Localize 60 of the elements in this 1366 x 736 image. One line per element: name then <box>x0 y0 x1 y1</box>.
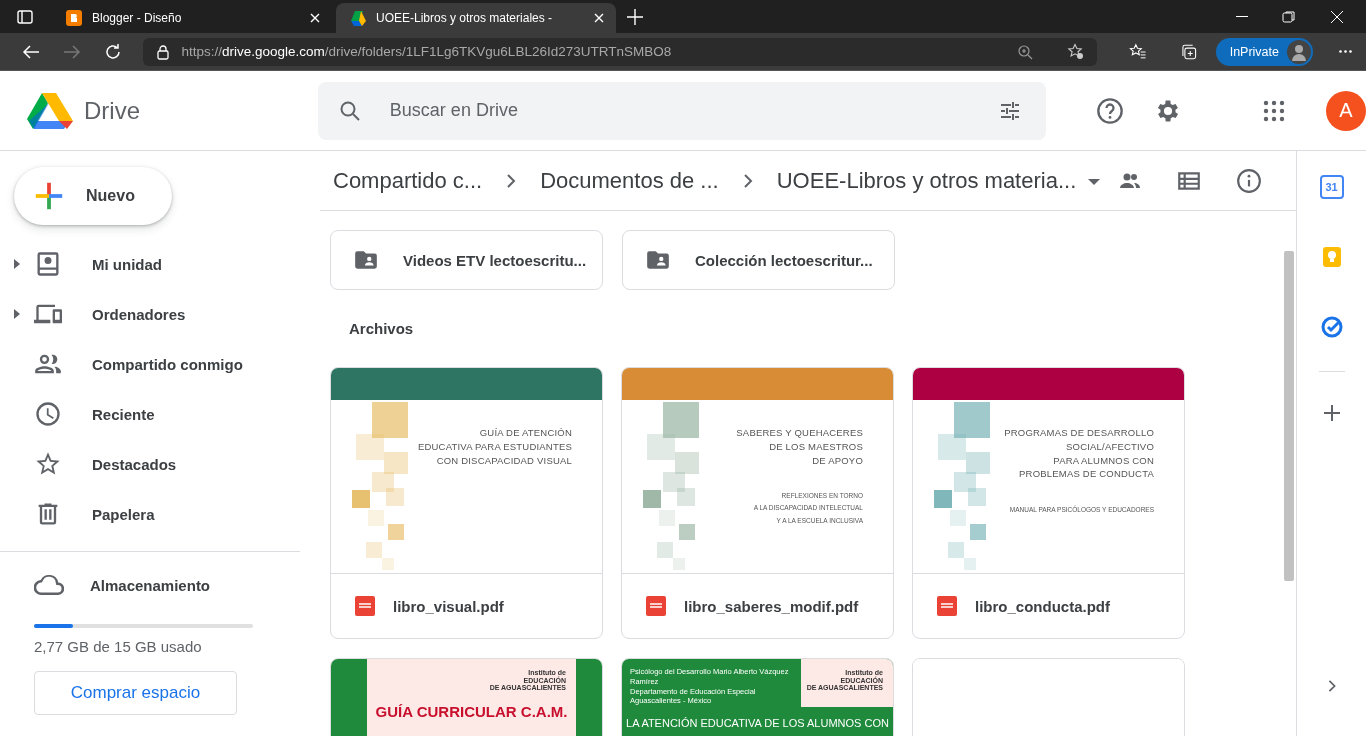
lock-icon <box>155 43 172 60</box>
storage-usage: 2,77 GB de 15 GB usado <box>34 638 203 655</box>
add-favorite-icon <box>1067 42 1086 61</box>
add-icon <box>1322 404 1341 422</box>
info-icon <box>1236 167 1262 194</box>
restore-icon <box>1282 9 1296 24</box>
apps-icon <box>1262 98 1286 123</box>
new-button[interactable]: Nuevo <box>14 167 172 225</box>
close-icon <box>308 11 322 25</box>
favorites-icon <box>1129 42 1147 61</box>
scrollbar[interactable] <box>1284 251 1294 581</box>
back-icon <box>21 42 40 61</box>
close-icon <box>1330 9 1344 24</box>
zoom-icon <box>1017 43 1034 60</box>
file-card[interactable]: GUÍA DE ATENCIÓN EDUCATIVA PARA ESTUDIANTES CON DISCAPACIDAD VISUAL libro_visual.pdf <box>330 367 603 639</box>
nav-item[interactable]: Destacados <box>0 439 300 489</box>
nav-item[interactable]: Reciente <box>0 389 300 439</box>
nav-item[interactable]: Mi unidad <box>0 239 300 289</box>
clock-icon <box>34 400 62 428</box>
close-icon <box>592 11 606 25</box>
browser-tab[interactable]: UOEE-Libros y otros materiales - <box>336 3 616 33</box>
pdf-icon <box>355 596 375 616</box>
expand-arrow-icon <box>12 309 22 319</box>
pdf-icon <box>937 596 957 616</box>
inprivate-button[interactable]: InPrivate <box>1215 37 1313 66</box>
buy-storage-button[interactable]: Comprar espacio <box>34 671 237 715</box>
folder-card[interactable]: Colección lectoescritur... <box>622 230 895 290</box>
folder-card[interactable]: Videos ETV lectoescritu... <box>330 230 603 290</box>
drive-icon <box>350 10 366 26</box>
help-icon <box>1096 96 1124 125</box>
nav-item[interactable]: Compartido conmigo <box>0 339 300 389</box>
minimize-icon[interactable] <box>1236 16 1248 17</box>
nav-item[interactable]: Papelera <box>0 489 300 539</box>
more-icon[interactable] <box>1339 50 1352 53</box>
blogger-icon <box>66 10 82 26</box>
reload-icon <box>103 42 122 61</box>
cover-title: LA ATENCIÓN EDUCATIVA DE LOS ALUMNOS CON <box>625 717 890 729</box>
breadcrumb[interactable]: Compartido c... <box>333 167 483 194</box>
cover-title: GUÍA DE ATENCIÓN EDUCATIVA PARA ESTUDIANTES CON DISCAPACIDAD VISUAL <box>417 426 572 468</box>
forward-icon <box>62 42 81 61</box>
calendar-icon[interactable]: 31 <box>1319 175 1344 199</box>
cover-title: PROGRAMAS DE DESARROLLO SOCIAL/AFECTIVO PARA ALUMNOS CON PROBLEMAS DE CONDUCTA <box>1004 426 1154 482</box>
new-tab-icon <box>626 7 644 26</box>
browser-tab[interactable]: Blogger - Diseño <box>52 3 332 33</box>
section-heading: Archivos <box>349 320 415 337</box>
tabs-icon <box>16 7 34 26</box>
cover-title: SABERES Y QUEHACERES DE LOS MAESTROS DE APOYO <box>736 426 863 468</box>
task-check-icon <box>1319 315 1344 339</box>
nav-item[interactable]: Ordenadores <box>0 289 300 339</box>
storage-label: Almacenamiento <box>90 576 211 594</box>
avatar-icon <box>1287 39 1311 64</box>
breadcrumb[interactable]: Documentos de ... <box>540 167 719 194</box>
pdf-icon <box>646 596 666 616</box>
expand-arrow-icon <box>12 259 22 269</box>
breadcrumb[interactable]: UOEE-Libros y otros materia... <box>776 167 1077 194</box>
collections-icon <box>1180 42 1198 61</box>
search-field[interactable]: Buscar en Drive <box>317 81 1046 140</box>
cover-title: GUÍA CURRICULAR C.A.M. <box>374 703 569 720</box>
address-bar[interactable]: https://drive.google.com/drive/folders/1LF1Lg6TKVgu6LBL26Id273UTRTnSMBO8 <box>143 37 1098 66</box>
app-name: Drive <box>84 96 140 125</box>
